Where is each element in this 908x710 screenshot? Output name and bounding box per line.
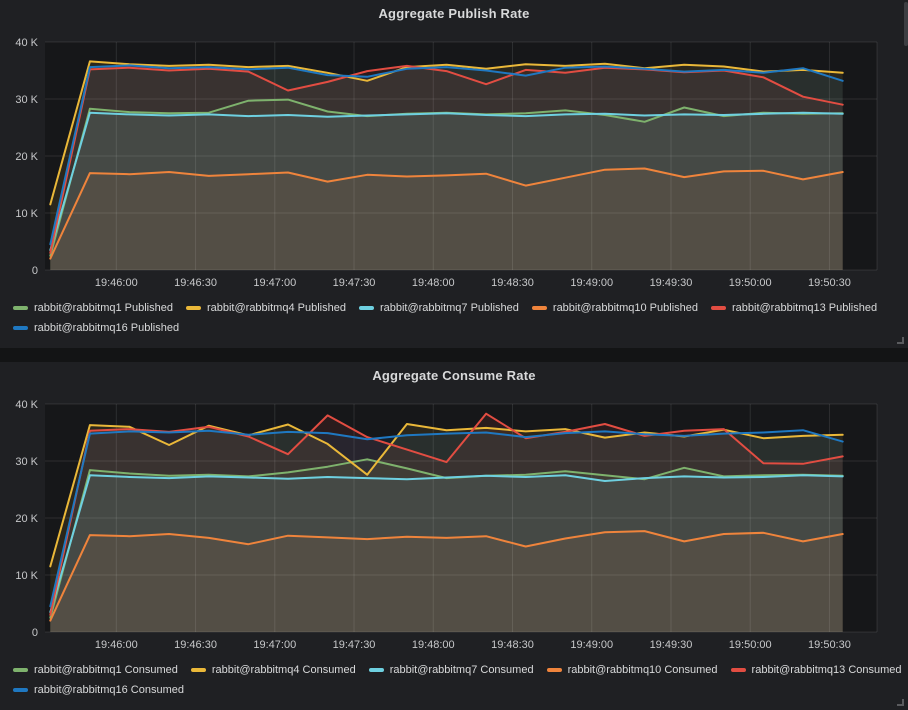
legend-series-swatch xyxy=(186,306,201,310)
y-tick-label: 10 K xyxy=(15,208,38,220)
y-tick-label: 20 K xyxy=(15,151,38,163)
series-fill-5 xyxy=(50,65,842,270)
legend-series-swatch xyxy=(13,668,28,672)
legend-series-label: rabbit@rabbitmq4 Published xyxy=(207,301,346,315)
x-tick-label: 19:50:30 xyxy=(808,277,851,289)
x-tick-label: 19:47:00 xyxy=(253,639,296,651)
panel-resize-handle[interactable] xyxy=(897,337,904,344)
legend-item-rabbitmq7[interactable]: rabbit@rabbitmq7 Consumed xyxy=(369,663,534,677)
legend-row: rabbit@rabbitmq16 Consumed xyxy=(13,683,899,697)
legend-series-label: rabbit@rabbitmq1 Consumed xyxy=(34,663,178,677)
legend-series-label: rabbit@rabbitmq7 Consumed xyxy=(390,663,534,677)
legend-series-label: rabbit@rabbitmq7 Published xyxy=(380,301,519,315)
legend-series-label: rabbit@rabbitmq10 Consumed xyxy=(568,663,718,677)
x-tick-label: 19:47:30 xyxy=(333,277,376,289)
panel-aggregate-publish-rate: Aggregate Publish Rate 40 K 30 K 20 K 10 K 0… xyxy=(0,0,908,348)
panel-resize-handle[interactable] xyxy=(897,699,904,706)
legend-series-swatch xyxy=(369,668,384,672)
legend-item-rabbitmq4[interactable]: rabbit@rabbitmq4 Published xyxy=(186,301,346,315)
publish-rate-graph[interactable]: 40 K 30 K 20 K 10 K 0 19:46:00 19:46:30 19:47:0… xyxy=(0,28,908,292)
legend-item-rabbitmq10[interactable]: rabbit@rabbitmq10 Consumed xyxy=(547,663,718,677)
legend-row: rabbit@rabbitmq1 Published rabbit@rabbitm… xyxy=(13,301,899,315)
legend-row: rabbit@rabbitmq16 Published xyxy=(13,321,899,335)
x-tick-label: 19:48:30 xyxy=(491,277,534,289)
legend-series-label: rabbit@rabbitmq1 Published xyxy=(34,301,173,315)
y-tick-label: 20 K xyxy=(15,513,38,525)
y-tick-label: 0 xyxy=(32,265,38,277)
series-fill-5 xyxy=(50,430,842,632)
x-tick-label: 19:49:30 xyxy=(650,639,693,651)
x-tick-label: 19:49:30 xyxy=(650,277,693,289)
legend-series-label: rabbit@rabbitmq10 Published xyxy=(553,301,698,315)
legend-series-swatch xyxy=(13,326,28,330)
dashboard: Aggregate Publish Rate 40 K 30 K 20 K 10 K 0… xyxy=(0,0,908,710)
y-tick-label: 10 K xyxy=(15,570,38,582)
legend-series-swatch xyxy=(711,306,726,310)
x-tick-label: 19:46:30 xyxy=(174,277,217,289)
legend-series-label: rabbit@rabbitmq4 Consumed xyxy=(212,663,356,677)
legend-series-swatch xyxy=(13,306,28,310)
legend-series-swatch xyxy=(532,306,547,310)
x-tick-label: 19:49:00 xyxy=(570,639,613,651)
legend-item-rabbitmq7[interactable]: rabbit@rabbitmq7 Published xyxy=(359,301,519,315)
legend-series-swatch xyxy=(13,688,28,692)
x-tick-label: 19:50:00 xyxy=(729,639,772,651)
x-tick-label: 19:50:00 xyxy=(729,277,772,289)
legend-item-rabbitmq1[interactable]: rabbit@rabbitmq1 Consumed xyxy=(13,663,178,677)
y-tick-label: 40 K xyxy=(15,399,38,411)
legend-series-swatch xyxy=(547,668,562,672)
x-tick-label: 19:46:30 xyxy=(174,639,217,651)
y-tick-label: 30 K xyxy=(15,456,38,468)
legend-item-rabbitmq4[interactable]: rabbit@rabbitmq4 Consumed xyxy=(191,663,356,677)
x-tick-label: 19:46:00 xyxy=(95,277,138,289)
legend-item-rabbitmq16[interactable]: rabbit@rabbitmq16 Consumed xyxy=(13,683,184,697)
legend-series-label: rabbit@rabbitmq16 Published xyxy=(34,321,179,335)
x-tick-label: 19:48:30 xyxy=(491,639,534,651)
y-tick-label: 0 xyxy=(32,627,38,639)
legend-item-rabbitmq13[interactable]: rabbit@rabbitmq13 Consumed xyxy=(731,663,902,677)
publish-rate-legend: rabbit@rabbitmq1 Published rabbit@rabbitm… xyxy=(13,301,899,335)
x-tick-label: 19:47:30 xyxy=(333,639,376,651)
legend-item-rabbitmq16[interactable]: rabbit@rabbitmq16 Published xyxy=(13,321,179,335)
x-tick-label: 19:46:00 xyxy=(95,639,138,651)
consume-rate-graph[interactable]: 40 K 30 K 20 K 10 K 0 19:46:00 19:46:30 19:47:0… xyxy=(0,390,908,654)
page-scrollbar-thumb[interactable] xyxy=(904,2,908,46)
consume-rate-legend: rabbit@rabbitmq1 Consumed rabbit@rabbitmq… xyxy=(13,663,899,697)
x-tick-label: 19:48:00 xyxy=(412,639,455,651)
legend-series-label: rabbit@rabbitmq16 Consumed xyxy=(34,683,184,697)
x-tick-label: 19:50:30 xyxy=(808,639,851,651)
legend-series-swatch xyxy=(731,668,746,672)
legend-series-swatch xyxy=(191,668,206,672)
legend-item-rabbitmq1[interactable]: rabbit@rabbitmq1 Published xyxy=(13,301,173,315)
x-tick-label: 19:47:00 xyxy=(253,277,296,289)
panel-title[interactable]: Aggregate Consume Rate xyxy=(0,368,908,383)
legend-series-label: rabbit@rabbitmq13 Published xyxy=(732,301,877,315)
panel-title[interactable]: Aggregate Publish Rate xyxy=(0,6,908,21)
y-tick-label: 30 K xyxy=(15,94,38,106)
panel-aggregate-consume-rate: Aggregate Consume Rate 40 K 30 K 20 K 10 K 0… xyxy=(0,362,908,710)
x-tick-label: 19:49:00 xyxy=(570,277,613,289)
legend-series-label: rabbit@rabbitmq13 Consumed xyxy=(752,663,902,677)
y-tick-label: 40 K xyxy=(15,37,38,49)
legend-row: rabbit@rabbitmq1 Consumed rabbit@rabbitmq… xyxy=(13,663,899,677)
legend-series-swatch xyxy=(359,306,374,310)
legend-item-rabbitmq10[interactable]: rabbit@rabbitmq10 Published xyxy=(532,301,698,315)
x-tick-label: 19:48:00 xyxy=(412,277,455,289)
legend-item-rabbitmq13[interactable]: rabbit@rabbitmq13 Published xyxy=(711,301,877,315)
